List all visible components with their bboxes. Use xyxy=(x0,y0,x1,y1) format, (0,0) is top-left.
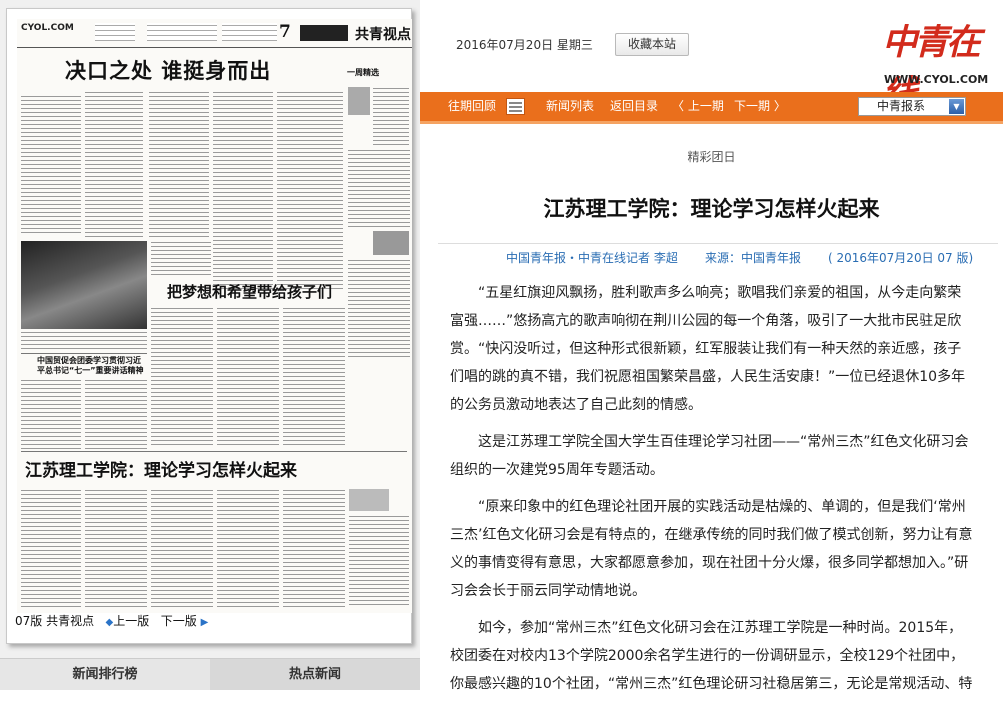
newspaper-site-logo: CYOL.COM xyxy=(21,23,74,33)
newspaper-panel: CYOL.COM 7 共青视点 决口之处 谁挺身而出 一周精选 把梦想和希望带给… xyxy=(0,0,420,690)
page-label-row: 07版 共青视点 ◆上一版 下一版 ▶ xyxy=(15,612,208,629)
divider xyxy=(21,451,407,452)
text-column xyxy=(21,379,81,451)
text-column xyxy=(217,489,279,607)
text-column xyxy=(151,489,213,607)
divider xyxy=(21,353,147,354)
chevron-down-icon: ▼ xyxy=(949,99,964,114)
nav-past-issues[interactable]: 往期回顾 xyxy=(448,92,496,121)
newspaper-page-frame: CYOL.COM 7 共青视点 决口之处 谁挺身而出 一周精选 把梦想和希望带给… xyxy=(6,8,412,644)
text-column xyxy=(283,307,345,447)
photo-caption xyxy=(21,331,147,351)
newspaper-page-image[interactable]: CYOL.COM 7 共青视点 决口之处 谁挺身而出 一周精选 把梦想和希望带给… xyxy=(17,19,412,613)
news-photo xyxy=(373,231,409,255)
newspaper-week-picks: 一周精选 xyxy=(347,68,379,77)
news-photo xyxy=(348,87,370,115)
masthead-fineprint xyxy=(222,23,277,41)
article-title: 江苏理工学院：理论学习怎样火起来 xyxy=(543,196,880,221)
text-column xyxy=(85,489,147,607)
article-paragraph: “原来印象中的红色理论社团开展的实践活动是枯燥的、单调的，但是我们‘常州三杰’红… xyxy=(450,499,973,599)
text-column xyxy=(283,489,345,607)
tab-news-ranking[interactable]: 新闻排行榜 xyxy=(0,658,210,690)
text-column xyxy=(348,259,410,359)
nav-prev-issue[interactable]: 〈 上一期 xyxy=(672,92,724,121)
news-photo xyxy=(349,489,389,511)
article-body: “五星红旗迎风飘扬，胜利歌声多么响亮；歌唱我们亲爱的祖国，从今走向繁荣富强……”… xyxy=(450,279,975,707)
newspaper-section-tag xyxy=(300,25,348,41)
current-date: 2016年07月20日 星期三 xyxy=(456,38,593,52)
next-page-link[interactable]: 下一版 xyxy=(161,614,197,628)
masthead-fineprint xyxy=(147,23,217,41)
text-column xyxy=(217,307,279,447)
logo-url: WWW.CYOL.COM xyxy=(884,73,989,86)
newspaper-section-title: 共青视点 xyxy=(355,27,411,43)
text-column xyxy=(21,489,81,607)
article-byline: 中国青年报・中青在线记者 李超 来源：中国青年报 ( 2016年07月20日 0… xyxy=(438,243,998,268)
tab-hot-news[interactable]: 热点新闻 xyxy=(210,658,420,690)
chevron-left-icon: 〈 xyxy=(672,99,688,113)
newspaper-select-value: 中青报系 xyxy=(877,99,926,113)
top-navbar: 往期回顾 新闻列表 返回目录 〈 上一期 下一期 〉 中青报系 ▼ xyxy=(420,92,1003,124)
text-column xyxy=(21,95,81,235)
newspaper-headline-main: 决口之处 谁挺身而出 xyxy=(65,59,272,83)
text-column xyxy=(151,241,211,277)
byline-date-page: ( 2016年07月20日 07 版) xyxy=(828,251,974,265)
newspaper-headline-3: 中国贸促会团委学习贯彻习近平总书记“七一”重要讲话精神 xyxy=(37,356,144,375)
prev-page-link[interactable]: 上一版 xyxy=(113,614,149,628)
chevron-right-icon: 〉 xyxy=(770,99,786,113)
newspaper-masthead: CYOL.COM 7 共青视点 xyxy=(17,19,412,48)
newspaper-headline-2: 把梦想和希望带给孩子们 xyxy=(167,283,333,301)
text-column xyxy=(149,91,209,239)
bottom-tabs: 新闻排行榜 热点新闻 xyxy=(0,658,420,690)
add-favorite-button[interactable]: 收藏本站 xyxy=(615,33,689,56)
nav-next-issue[interactable]: 下一期 〉 xyxy=(734,92,786,121)
article-paragraph: “五星红旗迎风飘扬，胜利歌声多么响亮；歌唱我们亲爱的祖国，从今走向繁荣富强……”… xyxy=(450,285,966,413)
right-arrow-icon: ▶ xyxy=(200,617,209,628)
text-column xyxy=(213,91,273,291)
article-panel: 2016年07月20日 星期三 收藏本站 中青在线 WWW.CYOL.COM 往… xyxy=(420,0,1003,692)
newspaper-page-number: 7 xyxy=(279,22,291,42)
list-icon[interactable] xyxy=(506,98,525,115)
news-photo-main xyxy=(21,241,147,329)
masthead-fineprint xyxy=(95,23,135,41)
text-column xyxy=(85,379,147,451)
newspaper-headline-4: 江苏理工学院：理论学习怎样火起来 xyxy=(25,461,297,481)
article-paragraph: 这是江苏理工学院全国大学生百佳理论学习社团——“常州三杰”红色文化研习会组织的一… xyxy=(450,434,969,478)
text-column xyxy=(373,87,409,147)
nav-back-to-contents[interactable]: 返回目录 xyxy=(610,92,658,121)
byline-author: 中国青年报・中青在线记者 李超 xyxy=(506,251,678,265)
text-column xyxy=(277,91,343,291)
text-column xyxy=(349,515,409,607)
site-logo[interactable]: 中青在线 WWW.CYOL.COM xyxy=(882,14,992,114)
current-page-label: 07版 共青视点 xyxy=(15,614,95,628)
article-paragraph: 如今，参加“常州三杰”红色文化研习会在江苏理工学院是一种时尚。2015年，校团委… xyxy=(450,620,973,692)
column-name: 精彩团日 xyxy=(687,150,736,164)
text-column xyxy=(151,307,213,447)
newspaper-select[interactable]: 中青报系 ▼ xyxy=(858,97,966,116)
text-column xyxy=(348,149,410,229)
text-column xyxy=(85,91,143,239)
nav-news-list[interactable]: 新闻列表 xyxy=(546,92,594,121)
byline-source: 来源：中国青年报 xyxy=(705,251,802,265)
